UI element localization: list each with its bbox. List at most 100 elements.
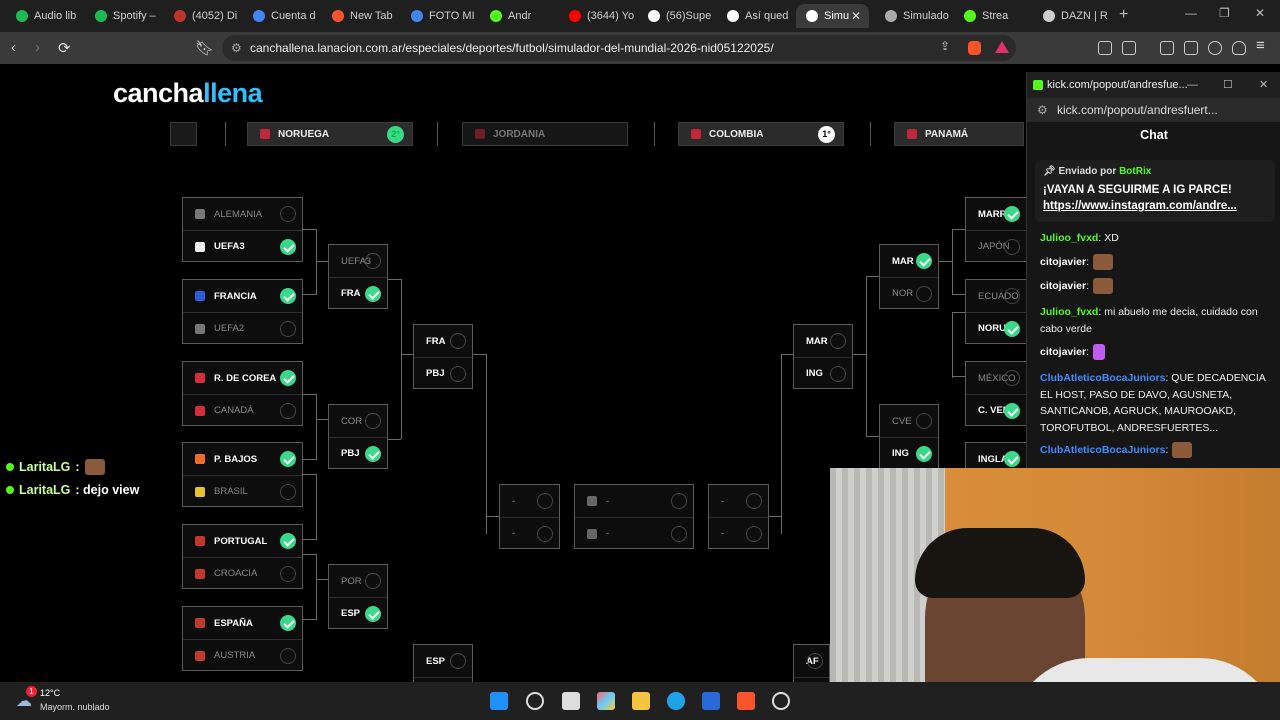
select-winner-checkbox[interactable] <box>1004 239 1020 255</box>
select-winner-checkbox[interactable] <box>365 286 381 302</box>
team-slot[interactable]: ECUADO <box>966 280 1026 312</box>
browser-tab[interactable]: Simulado <box>875 4 952 28</box>
select-winner-checkbox[interactable] <box>450 366 466 382</box>
team-slot[interactable]: ESPAÑA <box>183 607 302 639</box>
popout-maximize-button[interactable]: ☐ <box>1223 72 1233 98</box>
browser-tab[interactable]: Andr <box>480 4 557 28</box>
select-winner-checkbox[interactable] <box>537 526 553 542</box>
team-slot[interactable]: ESP <box>414 645 472 677</box>
browser-tab[interactable]: (56)Supe <box>638 4 715 28</box>
browser-tab[interactable]: Cuenta d <box>243 4 320 28</box>
start-icon[interactable] <box>490 692 508 710</box>
team-slot[interactable]: MAR <box>794 325 852 357</box>
team-slot[interactable]: - <box>575 485 693 517</box>
select-winner-checkbox[interactable] <box>916 446 932 462</box>
select-winner-checkbox[interactable] <box>1004 206 1020 222</box>
search-icon[interactable] <box>526 692 544 710</box>
select-winner-checkbox[interactable] <box>450 653 466 669</box>
copilot-icon[interactable] <box>597 692 615 710</box>
address-bar[interactable]: ⚙ canchallena.lanacion.com.ar/especiales… <box>222 35 1016 61</box>
canchallena-logo[interactable]: canchallena <box>113 78 263 109</box>
team-slot[interactable]: PBJ <box>329 437 387 469</box>
sidebar-icon[interactable] <box>1160 41 1174 55</box>
wallet-icon[interactable] <box>1184 41 1198 55</box>
bookmark-icon[interactable]: 🔖︎ <box>195 39 214 57</box>
vpn-icon[interactable] <box>1232 41 1246 55</box>
team-slot[interactable]: CVE <box>880 405 938 437</box>
close-window-button[interactable]: ✕ <box>1255 6 1265 20</box>
select-winner-checkbox[interactable] <box>830 366 846 382</box>
brave-icon[interactable] <box>737 692 755 710</box>
team-slot[interactable]: UEFA3 <box>183 230 302 262</box>
group-team-row[interactable]: JORDANIA <box>462 122 628 146</box>
team-slot[interactable]: FRANCIA <box>183 280 302 312</box>
select-winner-checkbox[interactable] <box>280 451 296 467</box>
team-slot[interactable]: PORTUGAL <box>183 525 302 557</box>
menu-icon[interactable]: ≡ <box>1256 37 1265 54</box>
team-slot[interactable]: P. BAJOS <box>183 443 302 475</box>
team-slot[interactable]: MARRU <box>966 198 1026 230</box>
select-winner-checkbox[interactable] <box>830 333 846 349</box>
team-slot[interactable]: COR <box>329 405 387 437</box>
chat-username[interactable]: ClubAtleticoBocaJuniors <box>1040 372 1165 384</box>
chat-username[interactable]: citojavier <box>1040 346 1086 358</box>
select-winner-checkbox[interactable] <box>280 403 296 419</box>
browser-tab[interactable]: New Tab <box>322 4 399 28</box>
browser-tab[interactable]: Audio lib <box>6 4 83 28</box>
team-slot[interactable]: JAPÓN <box>966 230 1026 262</box>
select-winner-checkbox[interactable] <box>280 615 296 631</box>
team-slot[interactable]: UEFA3 <box>329 245 387 277</box>
select-winner-checkbox[interactable] <box>280 321 296 337</box>
select-winner-checkbox[interactable] <box>365 606 381 622</box>
tab-close-icon[interactable]: ✕ <box>851 9 861 23</box>
team-slot[interactable]: CANADÁ <box>183 394 302 426</box>
select-winner-checkbox[interactable] <box>280 484 296 500</box>
select-winner-checkbox[interactable] <box>671 493 687 509</box>
minimize-button[interactable]: — <box>1185 6 1197 20</box>
team-slot[interactable]: BRASIL <box>183 475 302 507</box>
brave-shields-icon[interactable] <box>968 41 981 55</box>
leo-ai-icon[interactable] <box>1208 41 1222 55</box>
select-winner-checkbox[interactable] <box>280 648 296 664</box>
select-winner-checkbox[interactable] <box>280 566 296 582</box>
team-slot[interactable]: PBJ <box>414 357 472 389</box>
select-winner-checkbox[interactable] <box>280 206 296 222</box>
team-slot[interactable]: - <box>575 517 693 549</box>
team-slot[interactable]: FRA <box>329 277 387 309</box>
team-slot[interactable]: ALEMANIA <box>183 198 302 230</box>
team-slot[interactable]: ESP <box>329 597 387 629</box>
browser-tab[interactable]: Strea <box>954 4 1031 28</box>
select-winner-checkbox[interactable] <box>1004 370 1020 386</box>
select-winner-checkbox[interactable] <box>1004 288 1020 304</box>
file-explorer-icon[interactable] <box>632 692 650 710</box>
chat-username[interactable]: Julioo_fvxd <box>1040 232 1098 244</box>
browser-tab[interactable]: DAZN | R <box>1033 4 1110 28</box>
weather-desc[interactable]: Mayorm. nublado <box>40 702 110 712</box>
team-slot[interactable]: AF <box>794 645 829 677</box>
team-slot[interactable]: - <box>709 517 768 549</box>
group-team-row[interactable]: PANAMÁ <box>894 122 1024 146</box>
team-slot[interactable]: FRA <box>414 325 472 357</box>
screenshot-icon[interactable] <box>1122 41 1136 55</box>
weather-temp[interactable]: 12°C <box>40 688 60 698</box>
select-winner-checkbox[interactable] <box>450 333 466 349</box>
select-winner-checkbox[interactable] <box>807 653 823 669</box>
brave-rewards-icon[interactable] <box>995 41 1009 53</box>
select-winner-checkbox[interactable] <box>365 413 381 429</box>
select-winner-checkbox[interactable] <box>671 526 687 542</box>
share-icon[interactable]: ⇪ <box>940 39 954 53</box>
select-winner-checkbox[interactable] <box>916 413 932 429</box>
select-winner-checkbox[interactable] <box>916 286 932 302</box>
select-winner-checkbox[interactable] <box>746 493 762 509</box>
browser-tab[interactable]: Spotify – <box>85 4 162 28</box>
app-icon[interactable] <box>772 692 790 710</box>
new-tab-button[interactable]: + <box>1119 6 1128 24</box>
team-slot[interactable]: POR <box>329 565 387 597</box>
team-slot[interactable]: UEFA2 <box>183 312 302 344</box>
select-winner-checkbox[interactable] <box>280 288 296 304</box>
team-slot[interactable]: C. VERD <box>966 394 1026 426</box>
select-winner-checkbox[interactable] <box>280 533 296 549</box>
team-slot[interactable]: AUSTRIA <box>183 639 302 671</box>
select-winner-checkbox[interactable] <box>537 493 553 509</box>
select-winner-checkbox[interactable] <box>916 253 932 269</box>
